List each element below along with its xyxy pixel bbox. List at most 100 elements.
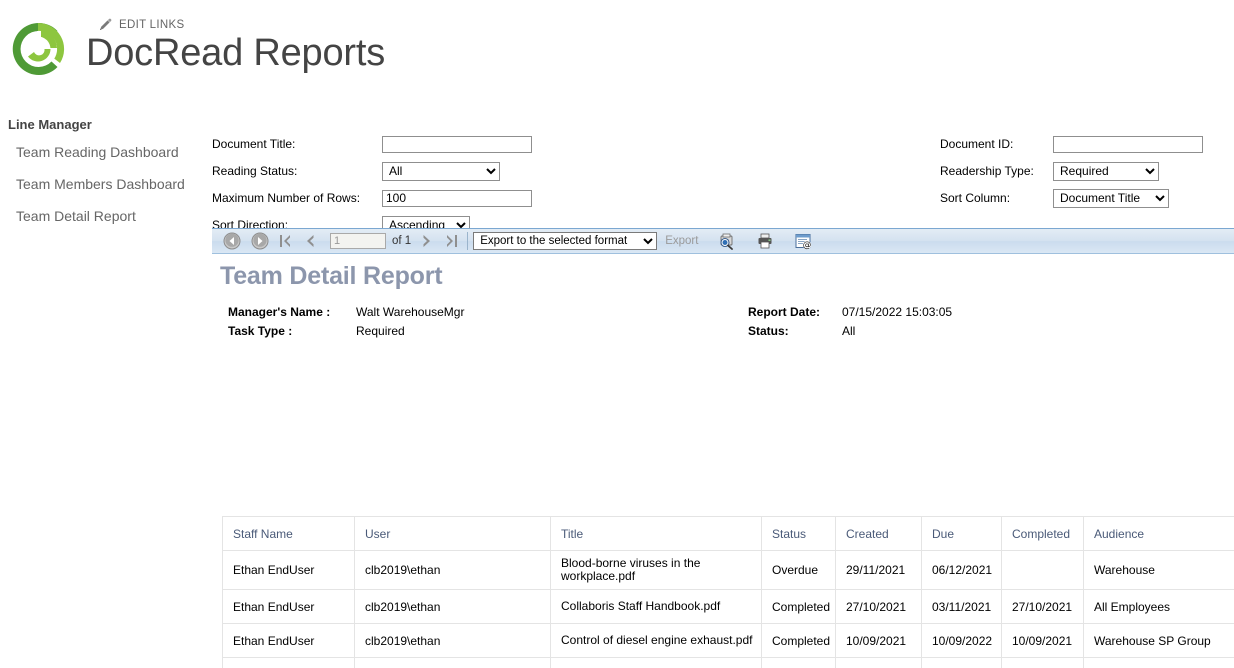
- sidebar-heading: Line Manager: [0, 117, 200, 132]
- param-sort-column: Sort Column: Document Title: [940, 186, 1203, 210]
- back-circle-icon[interactable]: [223, 232, 241, 250]
- report-viewer: Document Title: Reading Status: All Maxi…: [212, 132, 1234, 230]
- cell-title: Control of diesel engine exhaust.pdf: [551, 658, 762, 668]
- param-document-id: Document ID:: [940, 132, 1203, 156]
- next-page-icon[interactable]: [417, 231, 437, 251]
- cell-due: 03/11/2021: [922, 590, 1002, 624]
- cell-title: Control of diesel engine exhaust.pdf: [551, 624, 762, 658]
- export-format-select[interactable]: Export to the selected format: [473, 232, 657, 250]
- cell-staff-name: Ethan EndUser: [223, 590, 355, 624]
- cell-audience: Warehouse: [1084, 658, 1234, 668]
- forward-circle-icon[interactable]: [251, 232, 269, 250]
- cell-user: clb2019\ethan: [355, 658, 551, 668]
- report-grid: Staff Name User Title Status Created Due…: [222, 516, 1234, 668]
- report-meta-left: Manager's Name : Walt WarehouseMgr Task …: [228, 305, 464, 343]
- page-title: DocRead Reports: [86, 32, 385, 75]
- param-label-sort-column: Sort Column:: [940, 191, 1053, 205]
- column-header-status[interactable]: Status: [762, 517, 836, 551]
- print-preview-icon[interactable]: [718, 232, 736, 250]
- report-parameters-right: Document ID: Readership Type: Required S…: [940, 132, 1203, 213]
- sidebar-item-team-members-dashboard[interactable]: Team Members Dashboard: [0, 176, 200, 192]
- cell-status: Overdue: [762, 551, 836, 590]
- cell-staff-name: Ethan EndUser: [223, 624, 355, 658]
- cell-due: 12/10/2022: [922, 658, 1002, 668]
- printer-icon[interactable]: [756, 232, 774, 250]
- column-header-audience[interactable]: Audience: [1084, 517, 1234, 551]
- param-label-readership-type: Readership Type:: [940, 164, 1053, 178]
- sidebar: Line Manager Team Reading Dashboard Team…: [0, 117, 200, 240]
- report-body: Team Detail Report Manager's Name : Walt…: [220, 262, 1234, 347]
- readership-type-select[interactable]: Required: [1053, 162, 1159, 181]
- reading-status-select[interactable]: All: [382, 162, 500, 181]
- cell-audience: All Employees: [1084, 590, 1234, 624]
- sort-column-select[interactable]: Document Title: [1053, 189, 1169, 208]
- sidebar-item-team-detail-report[interactable]: Team Detail Report: [0, 208, 200, 224]
- document-title-input[interactable]: [382, 136, 532, 153]
- page-number-input[interactable]: [330, 233, 386, 249]
- cell-user: clb2019\ethan: [355, 551, 551, 590]
- cell-user: clb2019\ethan: [355, 590, 551, 624]
- cell-completed: 10/09/2021: [1002, 624, 1084, 658]
- svg-text:@: @: [803, 241, 812, 250]
- cell-status: Completed: [762, 658, 836, 668]
- meta-label-managers-name: Manager's Name :: [228, 305, 356, 319]
- document-id-input[interactable]: [1053, 136, 1203, 153]
- cell-due: 06/12/2021: [922, 551, 1002, 590]
- cell-staff-name: Ethan EndUser: [223, 658, 355, 668]
- table-body: Ethan EndUserclb2019\ethanBlood-borne vi…: [223, 551, 1234, 668]
- previous-page-icon[interactable]: [300, 231, 320, 251]
- column-header-completed[interactable]: Completed: [1002, 517, 1084, 551]
- table-header-row: Staff Name User Title Status Created Due…: [223, 517, 1234, 551]
- meta-label-report-date: Report Date:: [748, 305, 842, 319]
- meta-value-status: All: [842, 324, 855, 338]
- param-label-document-id: Document ID:: [940, 137, 1053, 151]
- cell-completed: 27/10/2021: [1002, 590, 1084, 624]
- edit-links-label: EDIT LINKS: [119, 19, 184, 31]
- maximum-number-of-rows-input[interactable]: [382, 190, 532, 207]
- table-row[interactable]: Ethan EndUserclb2019\ethanControl of die…: [223, 658, 1234, 668]
- pencil-icon: [98, 18, 112, 32]
- column-header-due[interactable]: Due: [922, 517, 1002, 551]
- report-table: Staff Name User Title Status Created Due…: [222, 516, 1234, 668]
- column-header-created[interactable]: Created: [836, 517, 922, 551]
- cell-staff-name: Ethan EndUser: [223, 551, 355, 590]
- meta-report-date: Report Date: 07/15/2022 15:03:05: [748, 305, 952, 324]
- sidebar-item-team-reading-dashboard[interactable]: Team Reading Dashboard: [0, 144, 200, 160]
- cell-due: 10/09/2022: [922, 624, 1002, 658]
- meta-managers-name: Manager's Name : Walt WarehouseMgr: [228, 305, 464, 324]
- meta-status: Status: All: [748, 324, 952, 343]
- cell-user: clb2019\ethan: [355, 624, 551, 658]
- cell-title: Collaboris Staff Handbook.pdf: [551, 590, 762, 624]
- export-button[interactable]: Export: [665, 235, 698, 247]
- email-subscription-icon[interactable]: @: [794, 232, 812, 250]
- table-row[interactable]: Ethan EndUserclb2019\ethanCollaboris Sta…: [223, 590, 1234, 624]
- first-page-icon[interactable]: [276, 231, 296, 251]
- last-page-icon[interactable]: [441, 231, 461, 251]
- report-meta-right: Report Date: 07/15/2022 15:03:05 Status:…: [748, 305, 952, 343]
- meta-label-task-type: Task Type :: [228, 324, 356, 338]
- report-title: Team Detail Report: [220, 262, 1234, 291]
- edit-links[interactable]: EDIT LINKS: [98, 18, 184, 32]
- cell-status: Completed: [762, 624, 836, 658]
- column-header-staff-name[interactable]: Staff Name: [223, 517, 355, 551]
- cell-title: Blood-borne viruses in the workplace.pdf: [551, 551, 762, 590]
- table-row[interactable]: Ethan EndUserclb2019\ethanControl of die…: [223, 624, 1234, 658]
- cell-created: 12/10/2021: [836, 658, 922, 668]
- cell-created: 27/10/2021: [836, 590, 922, 624]
- column-header-title[interactable]: Title: [551, 517, 762, 551]
- page-count-label: of 1: [392, 235, 411, 247]
- param-label-reading-status: Reading Status:: [212, 164, 382, 178]
- cell-created: 10/09/2021: [836, 624, 922, 658]
- report-parameters: Document Title: Reading Status: All Maxi…: [212, 132, 1234, 230]
- cell-status: Completed: [762, 590, 836, 624]
- param-readership-type: Readership Type: Required: [940, 159, 1203, 183]
- meta-value-task-type: Required: [356, 324, 405, 338]
- cell-completed: [1002, 551, 1084, 590]
- param-label-document-title: Document Title:: [212, 137, 382, 151]
- cell-completed: 13/10/2021: [1002, 658, 1084, 668]
- cell-created: 29/11/2021: [836, 551, 922, 590]
- column-header-user[interactable]: User: [355, 517, 551, 551]
- meta-label-status: Status:: [748, 324, 842, 338]
- toolbar-divider: [467, 232, 468, 250]
- table-row[interactable]: Ethan EndUserclb2019\ethanBlood-borne vi…: [223, 551, 1234, 590]
